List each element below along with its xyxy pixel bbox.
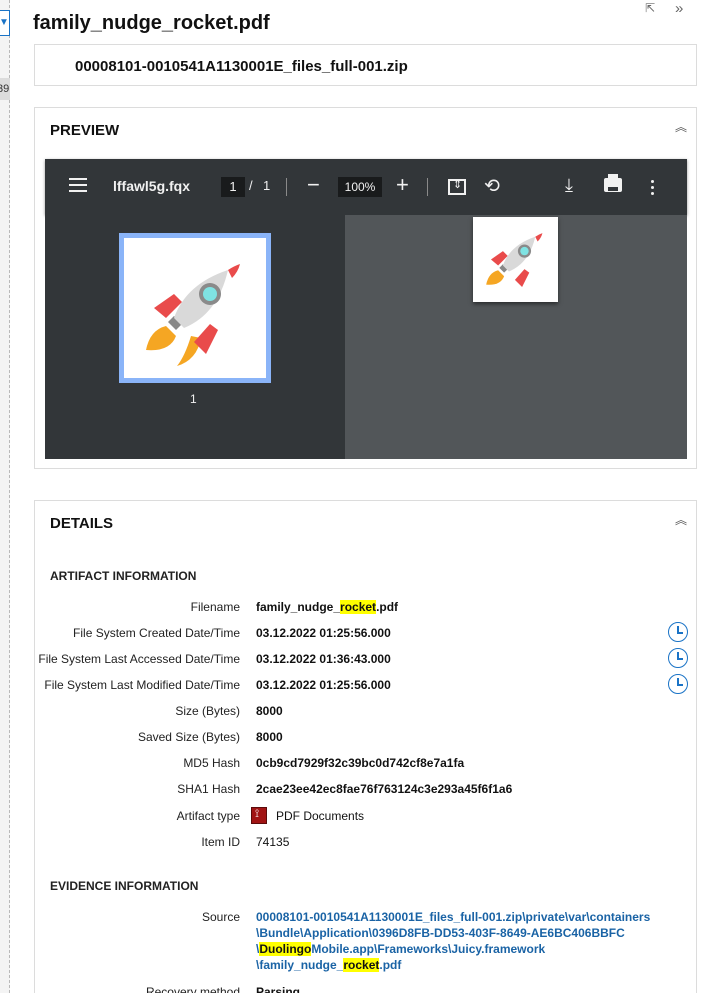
toolbar-divider	[427, 178, 428, 196]
detail-label: File System Last Modified Date/Time	[44, 678, 240, 692]
details-title: DETAILS	[50, 515, 114, 532]
left-dropdown[interactable]: ▼	[0, 10, 10, 36]
detail-label: Artifact type	[176, 809, 240, 823]
detail-label: Recovery method	[145, 985, 240, 993]
rocket-icon	[146, 264, 240, 366]
pdf-page	[473, 217, 558, 302]
details-panel: DETAILS ︽ ARTIFACT INFORMATION Filename …	[34, 500, 697, 993]
double-chevron-right-icon[interactable]: »	[675, 0, 683, 17]
detail-value[interactable]: 8000	[256, 730, 283, 744]
toolbar-divider	[286, 178, 287, 196]
clock-icon[interactable]	[668, 622, 688, 642]
pdf-viewer[interactable]: lffawl5g.fqx 1 / 1 − 100% + ⟲ ⤓	[45, 159, 687, 459]
preview-title: PREVIEW	[50, 122, 120, 139]
detail-row: MD5 Hash 0cb9cd7929f32c39bc0d742cf8e7a1f…	[35, 756, 698, 776]
detail-value[interactable]: 8000	[256, 704, 283, 718]
detail-label: Source	[201, 910, 240, 924]
detail-row-artifact-type: Artifact type PDF Documents	[35, 807, 698, 829]
detail-label: File System Last Accessed Date/Time	[38, 652, 240, 666]
zoom-out-icon[interactable]: −	[307, 172, 320, 198]
container-path: 00008101-0010541A1130001E_files_full-001…	[75, 58, 408, 75]
detail-row: File System Created Date/Time 03.12.2022…	[35, 622, 698, 646]
detail-label: SHA1 Hash	[177, 782, 240, 796]
detail-label: Saved Size (Bytes)	[137, 730, 240, 744]
viewer-toolbar: lffawl5g.fqx 1 / 1 − 100% + ⟲ ⤓	[45, 159, 687, 215]
detail-label: Size (Bytes)	[175, 704, 240, 718]
detail-label: Item ID	[201, 835, 240, 849]
detail-label: Filename	[190, 600, 240, 614]
detail-value[interactable]: 74135	[256, 835, 289, 849]
artifact-information-heading: ARTIFACT INFORMATION	[50, 569, 197, 583]
popout-icon[interactable]: ⇱	[645, 1, 659, 15]
evidence-information-heading: EVIDENCE INFORMATION	[50, 879, 199, 893]
page-title: family_nudge_rocket.pdf	[33, 12, 270, 34]
page-view[interactable]	[345, 215, 687, 459]
detail-row: Saved Size (Bytes) 8000	[35, 730, 698, 750]
thumbnail-page-number: 1	[190, 392, 197, 406]
page-separator: /	[249, 178, 253, 193]
page-thumbnail[interactable]	[119, 233, 271, 383]
page-number-input[interactable]: 1	[221, 177, 245, 197]
search-highlight: rocket	[343, 958, 380, 972]
search-highlight: Duolingo	[259, 942, 312, 956]
detail-value[interactable]: 03.12.2022 01:36:43.000	[256, 652, 391, 666]
zoom-level-input[interactable]: 100%	[338, 177, 382, 197]
detail-value[interactable]: 2cae23ee42ec8fae76f763124c3e293a45f6f1a6	[256, 782, 512, 796]
search-highlight: rocket	[340, 600, 377, 614]
clock-icon[interactable]	[668, 674, 688, 694]
source-link[interactable]: 00008101-0010541A1130001E_files_full-001…	[256, 909, 650, 973]
detail-value[interactable]: 03.12.2022 01:25:56.000	[256, 678, 391, 692]
container-path-box: 00008101-0010541A1130001E_files_full-001…	[34, 44, 697, 86]
more-options-icon[interactable]	[651, 180, 654, 198]
detail-row-recovery: Recovery method Parsing	[35, 985, 698, 993]
detail-row-item-id: Item ID 74135	[35, 835, 698, 855]
left-selected-row[interactable]: 39	[0, 78, 10, 100]
detail-row: Size (Bytes) 8000	[35, 704, 698, 724]
page-total: 1	[263, 178, 271, 193]
download-icon[interactable]: ⤓	[565, 175, 573, 196]
preview-panel: PREVIEW ︽ lffawl5g.fqx 1 / 1 − 100% + ⟲ …	[34, 107, 697, 469]
detail-value-filename[interactable]: family_nudge_rocket.pdf	[256, 600, 398, 614]
thumbnail-sidebar: 1	[45, 215, 345, 459]
detail-value[interactable]: 03.12.2022 01:25:56.000	[256, 626, 391, 640]
detail-row: File System Last Modified Date/Time 03.1…	[35, 674, 698, 698]
rotate-icon[interactable]: ⟲	[484, 175, 500, 198]
collapse-details-icon[interactable]: ︽	[674, 514, 688, 530]
chevron-down-icon: ▼	[0, 17, 9, 28]
menu-icon[interactable]	[69, 178, 87, 192]
detail-label: MD5 Hash	[183, 756, 240, 770]
detail-row: File System Last Accessed Date/Time 03.1…	[35, 648, 698, 672]
detail-row: SHA1 Hash 2cae23ee42ec8fae76f763124c3e29…	[35, 782, 698, 802]
detail-row-filename: Filename family_nudge_rocket.pdf	[35, 600, 698, 620]
detail-value[interactable]: 0cb9cd7929f32c39bc0d742cf8e7a1fa	[256, 756, 464, 770]
viewer-doc-title: lffawl5g.fqx	[113, 178, 191, 194]
zoom-in-icon[interactable]: +	[396, 172, 409, 198]
detail-value[interactable]: PDF Documents	[276, 809, 364, 823]
clock-icon[interactable]	[668, 648, 688, 668]
fit-to-page-icon[interactable]	[448, 178, 466, 195]
detail-value[interactable]: Parsing	[256, 985, 300, 993]
print-icon[interactable]	[604, 174, 622, 192]
rocket-icon	[486, 233, 543, 288]
collapse-preview-icon[interactable]: ︽	[674, 121, 688, 137]
left-panel-edge	[0, 0, 10, 993]
pdf-document-icon	[251, 807, 267, 824]
window-controls: ⇱ »	[642, 0, 702, 24]
detail-label: File System Created Date/Time	[73, 626, 240, 640]
